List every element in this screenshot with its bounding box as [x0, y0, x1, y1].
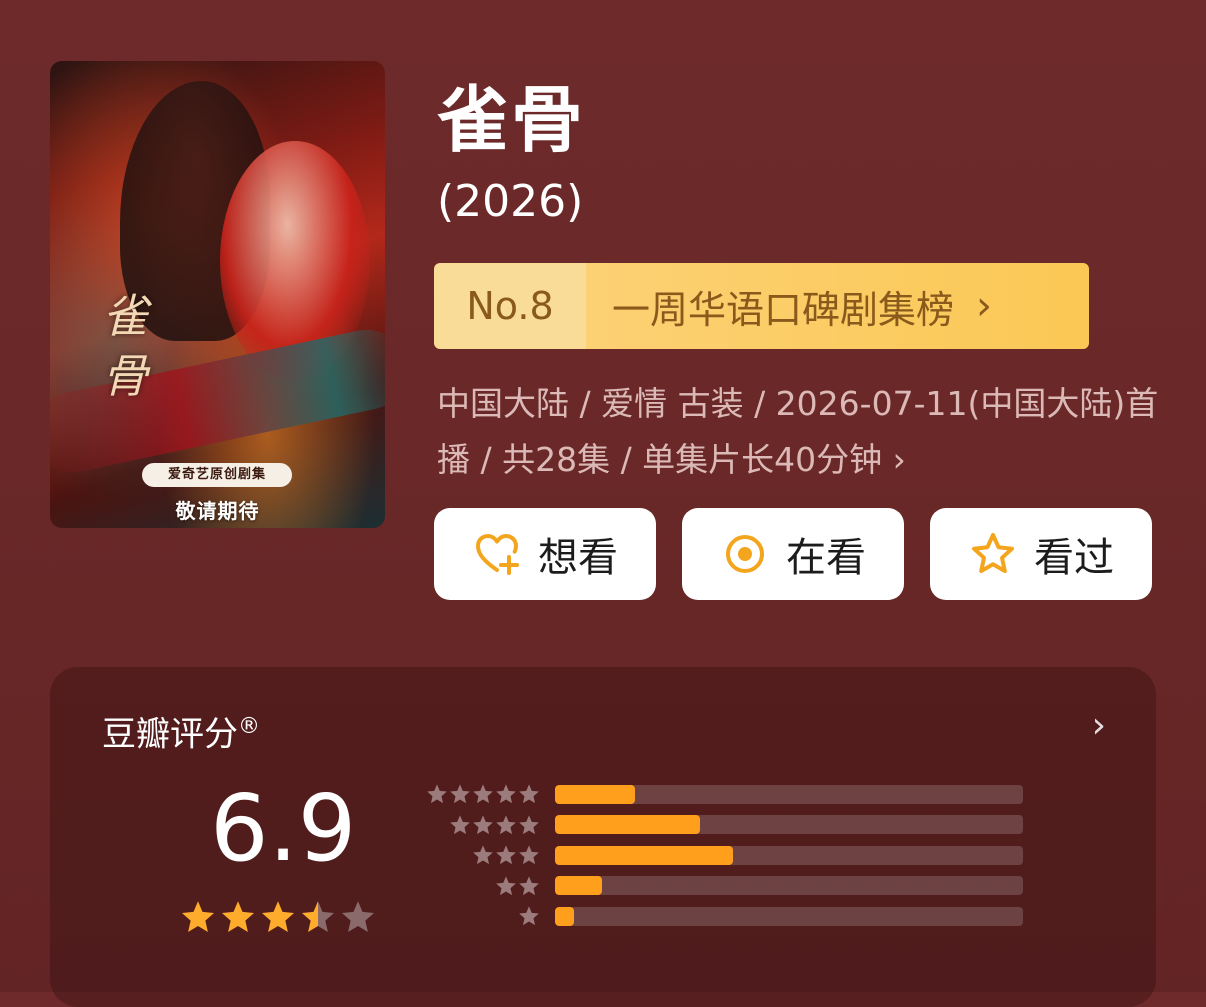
small-star-icon	[450, 784, 470, 804]
rank-list-name-wrap: 一周华语口碑剧集榜 ›	[586, 263, 1089, 349]
rating-distribution-row	[420, 779, 1023, 809]
distribution-bar-track	[555, 845, 1023, 865]
distribution-bar-fill	[555, 876, 602, 895]
distribution-bar-fill	[555, 784, 635, 804]
distribution-bar-track	[555, 906, 1023, 926]
distribution-star-group	[420, 783, 540, 805]
target-circle-icon	[726, 535, 764, 573]
small-star-icon	[519, 814, 539, 834]
watching-button[interactable]: 在看	[682, 508, 904, 600]
poster-studio-tag: 爱奇艺原创剧集	[142, 463, 292, 487]
rating-title: 豆瓣评分®	[102, 705, 260, 756]
ranking-banner[interactable]: No.8 一周华语口碑剧集榜 ›	[434, 263, 1089, 349]
rating-star-icon	[261, 901, 295, 932]
small-star-icon	[496, 875, 516, 895]
rating-distribution-row	[420, 840, 1023, 870]
show-title: 雀骨	[437, 78, 586, 162]
rating-stars	[180, 899, 376, 935]
show-meta-info[interactable]: 中国大陆 / 爱情 古装 / 2026-07-11(中国大陆)首播 / 共28集…	[437, 376, 1167, 488]
poster-title-calligraphy: 雀骨	[102, 289, 148, 403]
distribution-star-group	[420, 844, 540, 866]
distribution-star-group	[420, 814, 540, 836]
rating-distribution-row	[420, 810, 1023, 840]
distribution-bar-track	[555, 784, 1023, 804]
distribution-star-group	[420, 875, 540, 897]
poster-coming-soon: 敬请期待	[175, 499, 260, 523]
want-to-watch-label: 想看	[538, 535, 618, 581]
small-star-icon	[496, 784, 516, 804]
distribution-bar-track	[555, 876, 1023, 895]
small-star-icon	[473, 845, 493, 865]
rating-label-text: 豆瓣评分	[102, 714, 238, 755]
rank-list-name: 一周华语口碑剧集榜	[612, 287, 955, 332]
small-star-icon	[519, 906, 539, 926]
watched-button[interactable]: 看过	[930, 508, 1152, 600]
distribution-bar-fill	[555, 845, 733, 865]
distribution-bar-fill	[555, 815, 701, 834]
distribution-bar-track	[555, 815, 1023, 834]
rating-score: 6.9	[210, 775, 357, 882]
watched-label: 看过	[1034, 535, 1114, 581]
rating-star-icon	[301, 901, 335, 932]
small-star-icon	[496, 845, 516, 865]
heart-plus-icon	[476, 534, 519, 575]
small-star-icon	[473, 814, 493, 834]
star-outline-icon	[972, 533, 1014, 573]
rating-star-icon	[341, 901, 375, 932]
douban-rating-card[interactable]: 豆瓣评分® › 6.9	[50, 667, 1156, 1007]
show-year: (2026)	[437, 176, 584, 227]
small-star-icon	[473, 784, 493, 804]
distribution-star-group	[420, 905, 540, 927]
rank-number: No.8	[434, 263, 586, 349]
action-buttons: 想看 在看 看过	[434, 508, 1152, 600]
small-star-icon	[496, 814, 516, 834]
rating-distribution	[420, 779, 1023, 932]
registered-mark: ®	[238, 714, 260, 739]
rating-star-icon	[221, 901, 255, 932]
want-to-watch-button[interactable]: 想看	[434, 508, 656, 600]
distribution-bar-fill	[555, 906, 574, 926]
small-star-icon	[427, 784, 447, 804]
small-star-icon	[519, 784, 539, 804]
small-star-icon	[519, 845, 539, 865]
rating-star-icon	[181, 901, 215, 932]
watching-label: 在看	[786, 535, 866, 581]
rating-distribution-row	[420, 871, 1023, 901]
rating-distribution-row	[420, 901, 1023, 931]
chevron-right-icon: ›	[976, 283, 993, 329]
small-star-icon	[450, 814, 470, 834]
small-star-icon	[519, 875, 539, 895]
chevron-right-icon[interactable]: ›	[1092, 705, 1106, 746]
poster-image[interactable]: 雀骨 爱奇艺原创剧集 敬请期待	[50, 61, 385, 528]
